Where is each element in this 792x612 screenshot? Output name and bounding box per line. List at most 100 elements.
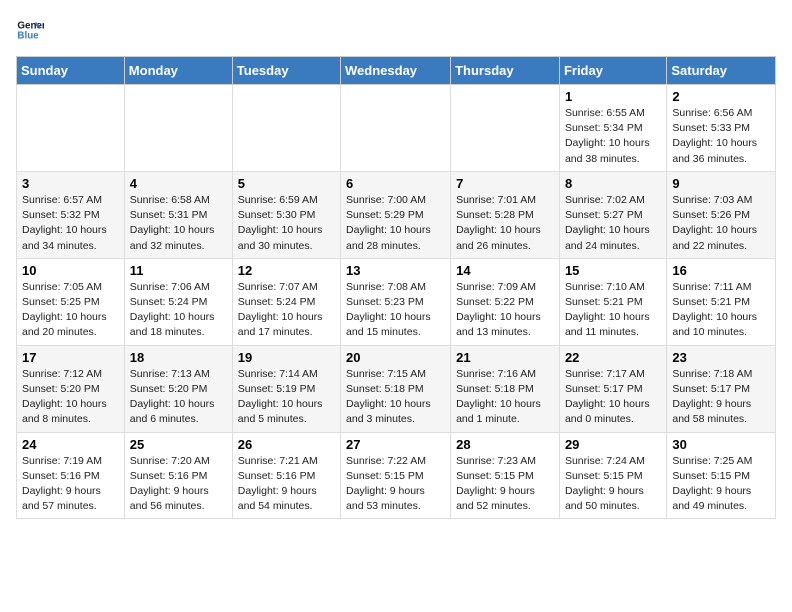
weekday-header: Sunday xyxy=(17,57,125,85)
calendar-day-cell xyxy=(17,85,125,172)
day-number: 27 xyxy=(346,437,445,452)
calendar-day-cell: 29 Sunrise: 7:24 AM Sunset: 5:15 PM Dayli… xyxy=(559,432,666,519)
day-info: Sunrise: 7:06 AM Sunset: 5:24 PM Dayligh… xyxy=(130,280,227,341)
day-info: Sunrise: 7:03 AM Sunset: 5:26 PM Dayligh… xyxy=(672,193,770,254)
calendar-day-cell: 21 Sunrise: 7:16 AM Sunset: 5:18 PM Dayli… xyxy=(451,345,560,432)
calendar-day-cell: 7 Sunrise: 7:01 AM Sunset: 5:28 PM Daylig… xyxy=(451,171,560,258)
calendar-day-cell: 19Sunrise: 7:14 AM Sunset: 5:19 PM Dayli… xyxy=(232,345,340,432)
calendar-day-cell: 22 Sunrise: 7:17 AM Sunset: 5:17 PM Dayli… xyxy=(559,345,666,432)
calendar-day-cell: 1 Sunrise: 6:55 AM Sunset: 5:34 PM Daylig… xyxy=(559,85,666,172)
calendar-week-row: 3 Sunrise: 6:57 AM Sunset: 5:32 PM Daylig… xyxy=(17,171,776,258)
day-info: Sunrise: 7:11 AM Sunset: 5:21 PM Dayligh… xyxy=(672,280,770,341)
day-number: 24 xyxy=(22,437,119,452)
day-info: Sunrise: 7:05 AM Sunset: 5:25 PM Dayligh… xyxy=(22,280,119,341)
day-number: 23 xyxy=(672,350,770,365)
day-number: 22 xyxy=(565,350,661,365)
day-number: 16 xyxy=(672,263,770,278)
day-number: 30 xyxy=(672,437,770,452)
day-info: Sunrise: 7:12 AM Sunset: 5:20 PM Dayligh… xyxy=(22,367,119,428)
day-number: 11 xyxy=(130,263,227,278)
day-info: Sunrise: 7:25 AM Sunset: 5:15 PM Dayligh… xyxy=(672,454,770,515)
day-info: Sunrise: 7:17 AM Sunset: 5:17 PM Dayligh… xyxy=(565,367,661,428)
day-number: 18 xyxy=(130,350,227,365)
calendar-week-row: 17Sunrise: 7:12 AM Sunset: 5:20 PM Dayli… xyxy=(17,345,776,432)
calendar-day-cell: 26 Sunrise: 7:21 AM Sunset: 5:16 PM Dayli… xyxy=(232,432,340,519)
day-info: Sunrise: 7:18 AM Sunset: 5:17 PM Dayligh… xyxy=(672,367,770,428)
calendar-day-cell: 17Sunrise: 7:12 AM Sunset: 5:20 PM Dayli… xyxy=(17,345,125,432)
day-info: Sunrise: 7:16 AM Sunset: 5:18 PM Dayligh… xyxy=(456,367,554,428)
day-info: Sunrise: 7:23 AM Sunset: 5:15 PM Dayligh… xyxy=(456,454,554,515)
day-number: 25 xyxy=(130,437,227,452)
day-number: 5 xyxy=(238,176,335,191)
day-info: Sunrise: 6:58 AM Sunset: 5:31 PM Dayligh… xyxy=(130,193,227,254)
calendar-day-cell xyxy=(451,85,560,172)
calendar-week-row: 24 Sunrise: 7:19 AM Sunset: 5:16 PM Dayli… xyxy=(17,432,776,519)
day-number: 21 xyxy=(456,350,554,365)
day-info: Sunrise: 7:19 AM Sunset: 5:16 PM Dayligh… xyxy=(22,454,119,515)
day-info: Sunrise: 7:10 AM Sunset: 5:21 PM Dayligh… xyxy=(565,280,661,341)
day-number: 12 xyxy=(238,263,335,278)
day-info: Sunrise: 6:57 AM Sunset: 5:32 PM Dayligh… xyxy=(22,193,119,254)
day-number: 8 xyxy=(565,176,661,191)
calendar-day-cell: 4 Sunrise: 6:58 AM Sunset: 5:31 PM Daylig… xyxy=(124,171,232,258)
calendar-day-cell: 30 Sunrise: 7:25 AM Sunset: 5:15 PM Dayli… xyxy=(667,432,776,519)
day-number: 1 xyxy=(565,89,661,104)
day-number: 9 xyxy=(672,176,770,191)
calendar-day-cell: 10 Sunrise: 7:05 AM Sunset: 5:25 PM Dayli… xyxy=(17,258,125,345)
calendar-day-cell: 2Sunrise: 6:56 AM Sunset: 5:33 PM Daylig… xyxy=(667,85,776,172)
day-info: Sunrise: 7:08 AM Sunset: 5:23 PM Dayligh… xyxy=(346,280,445,341)
day-info: Sunrise: 7:00 AM Sunset: 5:29 PM Dayligh… xyxy=(346,193,445,254)
weekday-header: Saturday xyxy=(667,57,776,85)
day-number: 14 xyxy=(456,263,554,278)
calendar-day-cell: 11 Sunrise: 7:06 AM Sunset: 5:24 PM Dayli… xyxy=(124,258,232,345)
calendar-day-cell: 27 Sunrise: 7:22 AM Sunset: 5:15 PM Dayli… xyxy=(341,432,451,519)
calendar-day-cell: 16 Sunrise: 7:11 AM Sunset: 5:21 PM Dayli… xyxy=(667,258,776,345)
day-number: 6 xyxy=(346,176,445,191)
day-info: Sunrise: 7:01 AM Sunset: 5:28 PM Dayligh… xyxy=(456,193,554,254)
calendar-day-cell: 25 Sunrise: 7:20 AM Sunset: 5:16 PM Dayli… xyxy=(124,432,232,519)
day-info: Sunrise: 6:59 AM Sunset: 5:30 PM Dayligh… xyxy=(238,193,335,254)
calendar-day-cell: 14 Sunrise: 7:09 AM Sunset: 5:22 PM Dayli… xyxy=(451,258,560,345)
weekday-header: Wednesday xyxy=(341,57,451,85)
weekday-header: Monday xyxy=(124,57,232,85)
weekday-header: Tuesday xyxy=(232,57,340,85)
day-info: Sunrise: 7:14 AM Sunset: 5:19 PM Dayligh… xyxy=(238,367,335,428)
calendar-day-cell: 28Sunrise: 7:23 AM Sunset: 5:15 PM Dayli… xyxy=(451,432,560,519)
day-number: 7 xyxy=(456,176,554,191)
calendar-day-cell: 5 Sunrise: 6:59 AM Sunset: 5:30 PM Daylig… xyxy=(232,171,340,258)
day-number: 3 xyxy=(22,176,119,191)
calendar-day-cell: 6 Sunrise: 7:00 AM Sunset: 5:29 PM Daylig… xyxy=(341,171,451,258)
calendar-day-cell: 8 Sunrise: 7:02 AM Sunset: 5:27 PM Daylig… xyxy=(559,171,666,258)
day-number: 13 xyxy=(346,263,445,278)
calendar-day-cell: 13 Sunrise: 7:08 AM Sunset: 5:23 PM Dayli… xyxy=(341,258,451,345)
calendar-day-cell: 20 Sunrise: 7:15 AM Sunset: 5:18 PM Dayli… xyxy=(341,345,451,432)
calendar-day-cell: 24 Sunrise: 7:19 AM Sunset: 5:16 PM Dayli… xyxy=(17,432,125,519)
calendar-day-cell xyxy=(341,85,451,172)
day-info: Sunrise: 7:02 AM Sunset: 5:27 PM Dayligh… xyxy=(565,193,661,254)
page-header: General Blue xyxy=(16,16,776,44)
calendar-day-cell: 23 Sunrise: 7:18 AM Sunset: 5:17 PM Dayli… xyxy=(667,345,776,432)
weekday-header: Friday xyxy=(559,57,666,85)
day-number: 10 xyxy=(22,263,119,278)
day-info: Sunrise: 7:21 AM Sunset: 5:16 PM Dayligh… xyxy=(238,454,335,515)
svg-text:Blue: Blue xyxy=(17,30,39,41)
calendar-week-row: 1 Sunrise: 6:55 AM Sunset: 5:34 PM Daylig… xyxy=(17,85,776,172)
weekday-header: Thursday xyxy=(451,57,560,85)
day-info: Sunrise: 7:07 AM Sunset: 5:24 PM Dayligh… xyxy=(238,280,335,341)
day-number: 4 xyxy=(130,176,227,191)
calendar-day-cell: 3 Sunrise: 6:57 AM Sunset: 5:32 PM Daylig… xyxy=(17,171,125,258)
day-info: Sunrise: 7:24 AM Sunset: 5:15 PM Dayligh… xyxy=(565,454,661,515)
calendar-day-cell: 9 Sunrise: 7:03 AM Sunset: 5:26 PM Daylig… xyxy=(667,171,776,258)
calendar-day-cell: 15Sunrise: 7:10 AM Sunset: 5:21 PM Dayli… xyxy=(559,258,666,345)
day-info: Sunrise: 6:55 AM Sunset: 5:34 PM Dayligh… xyxy=(565,106,661,167)
logo: General Blue xyxy=(16,16,48,44)
calendar-day-cell: 18Sunrise: 7:13 AM Sunset: 5:20 PM Dayli… xyxy=(124,345,232,432)
calendar-day-cell: 12 Sunrise: 7:07 AM Sunset: 5:24 PM Dayli… xyxy=(232,258,340,345)
day-number: 29 xyxy=(565,437,661,452)
day-number: 20 xyxy=(346,350,445,365)
day-info: Sunrise: 7:09 AM Sunset: 5:22 PM Dayligh… xyxy=(456,280,554,341)
day-number: 26 xyxy=(238,437,335,452)
day-info: Sunrise: 7:22 AM Sunset: 5:15 PM Dayligh… xyxy=(346,454,445,515)
day-info: Sunrise: 7:15 AM Sunset: 5:18 PM Dayligh… xyxy=(346,367,445,428)
day-info: Sunrise: 7:20 AM Sunset: 5:16 PM Dayligh… xyxy=(130,454,227,515)
